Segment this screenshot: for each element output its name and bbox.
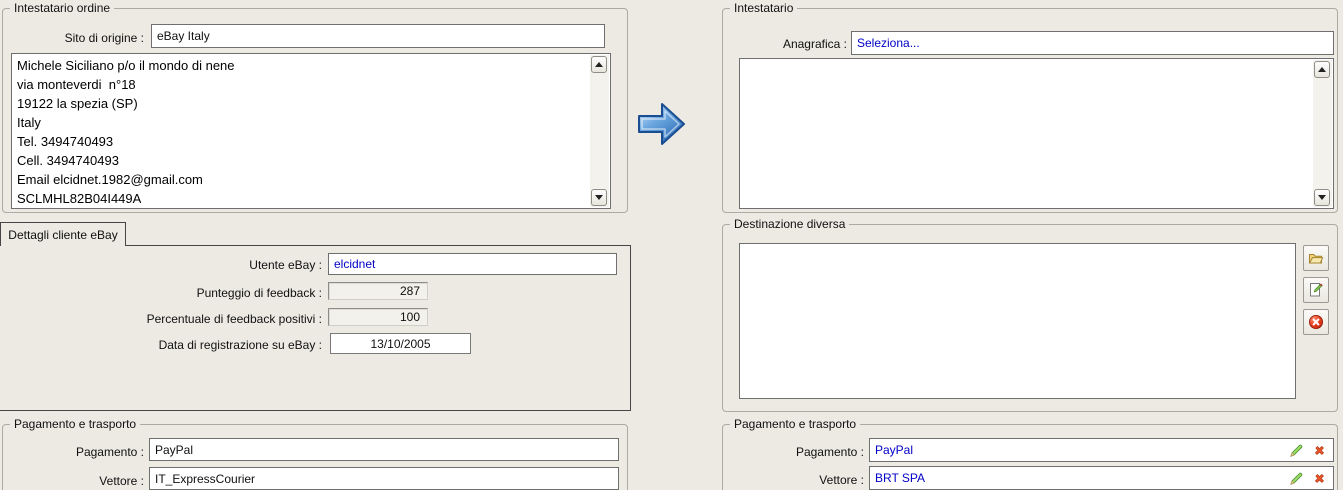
recipient-group: Intestatario Anagrafica : Seleziona... xyxy=(722,1,1338,213)
payment-label-right: Pagamento : xyxy=(795,445,864,459)
feedback-percent-field: 100 xyxy=(328,308,428,326)
edit-pencil-icon[interactable] xyxy=(1289,471,1304,486)
payment-transport-group-left: Pagamento e trasporto Pagamento : PayPal… xyxy=(2,417,628,490)
ebay-user-label: Utente eBay : xyxy=(249,258,322,272)
triangle-up-icon xyxy=(1318,67,1326,72)
edit-pencil-icon[interactable] xyxy=(1289,443,1304,458)
carrier-input-left[interactable]: IT_ExpressCourier xyxy=(149,467,619,490)
scroll-up-button[interactable] xyxy=(1314,61,1330,78)
payment-actions xyxy=(1289,443,1328,458)
payment-input-left[interactable]: PayPal xyxy=(149,438,619,461)
scroll-down-button[interactable] xyxy=(591,189,607,206)
feedback-score-field: 287 xyxy=(328,282,428,300)
anagrafica-select[interactable]: Seleziona... xyxy=(851,31,1334,55)
remove-x-icon[interactable] xyxy=(1313,444,1326,457)
open-folder-icon xyxy=(1308,250,1324,266)
carrier-label-right: Vettore : xyxy=(819,473,864,487)
address-scrollbar[interactable] xyxy=(590,55,609,207)
registration-date-value: 13/10/2005 xyxy=(370,336,431,351)
remove-x-icon[interactable] xyxy=(1313,472,1326,485)
delete-destination-button[interactable] xyxy=(1303,309,1329,335)
anagrafica-label: Anagrafica : xyxy=(782,37,847,51)
carrier-label-left: Vettore : xyxy=(99,474,144,488)
payment-transport-right-title: Pagamento e trasporto xyxy=(730,417,861,431)
carrier-value-right: BRT SPA xyxy=(875,471,926,485)
triangle-up-icon xyxy=(595,62,603,67)
payment-transport-left-title: Pagamento e trasporto xyxy=(10,417,141,431)
recipient-address-textarea[interactable] xyxy=(739,58,1334,209)
feedback-percent-label: Percentuale di feedback positivi : xyxy=(146,312,322,326)
red-circle-x-icon xyxy=(1308,314,1324,330)
triangle-down-icon xyxy=(595,195,603,200)
payment-value-right: PayPal xyxy=(875,443,914,457)
scroll-down-button[interactable] xyxy=(1314,189,1330,206)
edit-destination-button[interactable] xyxy=(1303,277,1329,303)
site-of-origin-label: Sito di origine : xyxy=(64,31,144,45)
ebay-customer-details-panel: Utente eBay : elcidnet Punteggio di feed… xyxy=(0,245,631,411)
alt-destination-textarea[interactable] xyxy=(739,243,1296,399)
alt-destination-text xyxy=(745,246,1290,396)
ebay-order-import-window: Intestatario ordine Sito di origine : eB… xyxy=(0,0,1343,490)
payment-label-left: Pagamento : xyxy=(75,445,144,459)
order-header-group-title: Intestatario ordine xyxy=(10,1,115,15)
alt-destination-group: Destinazione diversa xyxy=(722,217,1338,412)
feedback-percent-value: 100 xyxy=(399,310,420,324)
carrier-input-right[interactable]: BRT SPA xyxy=(869,466,1334,490)
alt-destination-title: Destinazione diversa xyxy=(730,217,850,231)
buyer-address-textarea[interactable]: Michele Siciliano p/o il mondo di nene v… xyxy=(11,53,611,209)
scroll-up-button[interactable] xyxy=(591,56,607,73)
carrier-actions xyxy=(1289,471,1328,486)
payment-input-right[interactable]: PayPal xyxy=(869,438,1334,462)
site-of-origin-value: eBay Italy xyxy=(157,29,210,43)
registration-date-field: 13/10/2005 xyxy=(330,333,471,354)
registration-date-label: Data di registrazione su eBay : xyxy=(158,338,322,352)
ebay-user-value: elcidnet xyxy=(334,257,376,271)
page-pencil-icon xyxy=(1308,282,1324,298)
recipient-group-title: Intestatario xyxy=(730,1,798,15)
transfer-arrow-icon xyxy=(636,99,688,149)
open-folder-button[interactable] xyxy=(1303,245,1329,271)
anagrafica-value: Seleziona... xyxy=(857,36,920,50)
carrier-value-left: IT_ExpressCourier xyxy=(155,471,256,486)
recipient-scrollbar[interactable] xyxy=(1313,60,1332,207)
payment-value-left: PayPal xyxy=(155,442,194,457)
triangle-down-icon xyxy=(1318,195,1326,200)
buyer-address-text: Michele Siciliano p/o il mondo di nene v… xyxy=(17,58,235,206)
ebay-user-input[interactable]: elcidnet xyxy=(328,253,617,275)
feedback-score-value: 287 xyxy=(399,284,420,298)
site-of-origin-input[interactable]: eBay Italy xyxy=(151,24,605,48)
order-header-group: Intestatario ordine Sito di origine : eB… xyxy=(2,1,628,213)
recipient-address-text xyxy=(745,61,1309,206)
payment-transport-group-right: Pagamento e trasporto Pagamento : PayPal xyxy=(722,417,1338,490)
feedback-score-label: Punteggio di feedback : xyxy=(196,286,322,300)
tab-dettagli-cliente-ebay[interactable]: Dettagli cliente eBay xyxy=(0,222,126,246)
tab-label: Dettagli cliente eBay xyxy=(8,227,118,242)
